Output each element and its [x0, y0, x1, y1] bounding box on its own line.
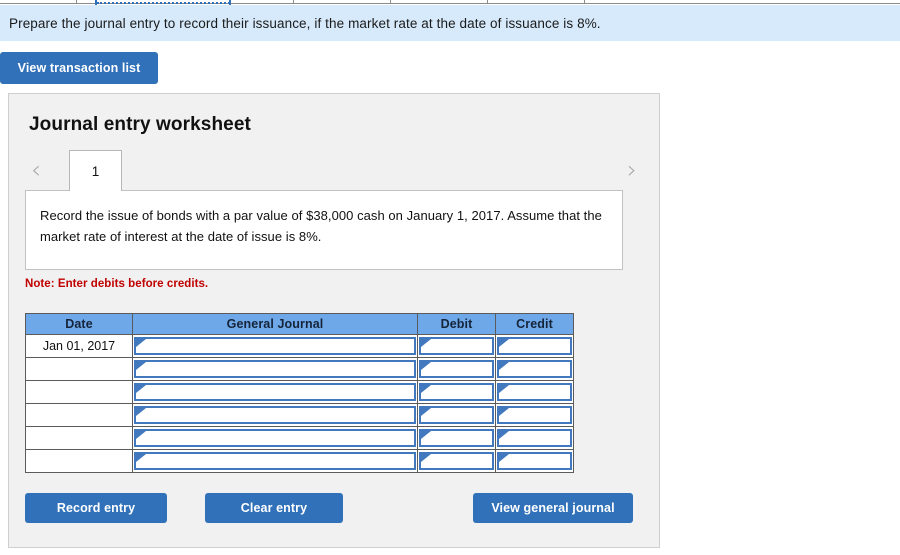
view-transaction-list-button[interactable]: View transaction list — [0, 52, 158, 84]
clipped-table-divider — [390, 0, 391, 4]
date-cell[interactable] — [25, 380, 133, 404]
date-cell[interactable] — [25, 449, 133, 473]
general-journal-input-cell[interactable] — [132, 449, 418, 473]
column-header-debit: Debit — [417, 313, 496, 335]
table-row — [25, 357, 574, 381]
table-row: Jan 01, 2017 — [25, 334, 574, 358]
column-header-date: Date — [25, 313, 133, 335]
dropdown-marker-icon — [499, 408, 509, 416]
general-journal-input-cell[interactable] — [132, 357, 418, 381]
credit-input-cell[interactable] — [495, 426, 574, 450]
dropdown-marker-icon — [421, 339, 431, 347]
date-cell[interactable]: Jan 01, 2017 — [25, 334, 133, 358]
dropdown-marker-icon — [499, 431, 509, 439]
table-row — [25, 380, 574, 404]
journal-entry-worksheet-card: Journal entry worksheet ‹ 1 › Record the… — [8, 93, 660, 548]
record-entry-button[interactable]: Record entry — [25, 493, 167, 523]
instruction-banner: Prepare the journal entry to record thei… — [0, 5, 900, 41]
debit-input-cell[interactable] — [417, 449, 496, 473]
clear-entry-button[interactable]: Clear entry — [205, 493, 343, 523]
instruction-text: Prepare the journal entry to record thei… — [9, 15, 601, 31]
general-journal-input-cell[interactable] — [132, 334, 418, 358]
table-row — [25, 426, 574, 450]
column-header-general-journal: General Journal — [132, 313, 418, 335]
dropdown-marker-icon — [136, 454, 146, 462]
clipped-table-divider — [293, 0, 294, 4]
dropdown-marker-icon — [136, 431, 146, 439]
credit-input-cell[interactable] — [495, 357, 574, 381]
credit-input-cell[interactable] — [495, 403, 574, 427]
table-row — [25, 449, 574, 473]
dropdown-marker-icon — [421, 362, 431, 370]
clipped-table-divider — [584, 0, 585, 4]
column-header-credit: Credit — [495, 313, 574, 335]
debit-input-cell[interactable] — [417, 334, 496, 358]
general-journal-input-cell[interactable] — [132, 403, 418, 427]
previous-entry-chevron-icon[interactable]: ‹ — [25, 156, 47, 184]
clipped-table-divider — [487, 0, 488, 4]
dropdown-marker-icon — [136, 408, 146, 416]
worksheet-tab-1[interactable]: 1 — [69, 150, 122, 191]
dropdown-marker-icon — [421, 454, 431, 462]
table-row — [25, 403, 574, 427]
debit-input-cell[interactable] — [417, 380, 496, 404]
dropdown-marker-icon — [136, 362, 146, 370]
next-entry-chevron-icon[interactable]: › — [621, 156, 643, 184]
date-cell[interactable] — [25, 357, 133, 381]
dropdown-marker-icon — [421, 408, 431, 416]
credit-input-cell[interactable] — [495, 449, 574, 473]
dropdown-marker-icon — [499, 454, 509, 462]
dropdown-marker-icon — [499, 339, 509, 347]
dropdown-marker-icon — [136, 385, 146, 393]
dropdown-marker-icon — [499, 385, 509, 393]
entry-description-box: Record the issue of bonds with a par val… — [25, 190, 623, 270]
dropdown-marker-icon — [136, 339, 146, 347]
general-journal-input-cell[interactable] — [132, 426, 418, 450]
clipped-table-divider — [76, 0, 77, 4]
debit-input-cell[interactable] — [417, 357, 496, 381]
dropdown-marker-icon — [499, 362, 509, 370]
date-cell[interactable] — [25, 426, 133, 450]
dropdown-marker-icon — [421, 385, 431, 393]
debits-before-credits-note: Note: Enter debits before credits. — [25, 278, 209, 290]
credit-input-cell[interactable] — [495, 334, 574, 358]
worksheet-tabstrip: ‹ 1 › — [25, 150, 643, 191]
table-header-row: Date General Journal Debit Credit — [25, 313, 574, 335]
view-general-journal-button[interactable]: View general journal — [473, 493, 633, 523]
entry-description-text: Record the issue of bonds with a par val… — [40, 208, 602, 244]
dropdown-marker-icon — [421, 431, 431, 439]
date-cell[interactable] — [25, 403, 133, 427]
credit-input-cell[interactable] — [495, 380, 574, 404]
page-title: Journal entry worksheet — [29, 114, 251, 135]
journal-entry-table: Date General Journal Debit Credit Jan 01… — [25, 313, 574, 473]
debit-input-cell[interactable] — [417, 403, 496, 427]
general-journal-input-cell[interactable] — [132, 380, 418, 404]
debit-input-cell[interactable] — [417, 426, 496, 450]
